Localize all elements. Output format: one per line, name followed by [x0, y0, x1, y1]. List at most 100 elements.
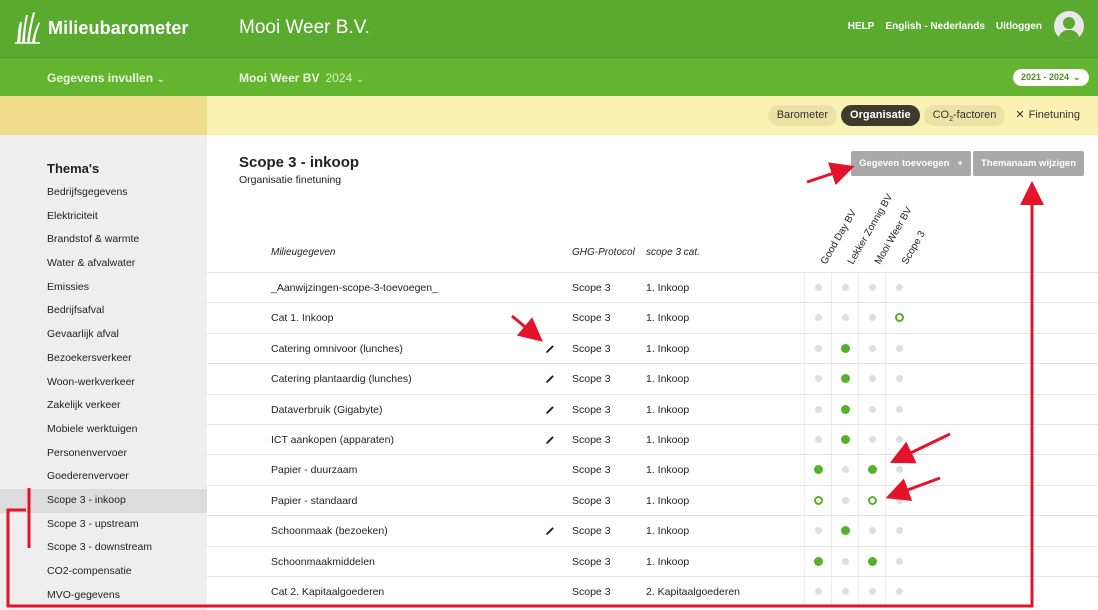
status-dot-empty[interactable] — [842, 466, 849, 474]
row-name[interactable]: ICT aankopen (apparaten) — [271, 425, 394, 455]
sidebar-item-co2-compensatie[interactable]: CO2-compensatie — [0, 560, 207, 584]
status-cell[interactable] — [885, 546, 912, 577]
organisation-year-dropdown[interactable]: Mooi Weer BV 2024 ⌄ — [239, 71, 364, 85]
status-dot-empty[interactable] — [842, 496, 849, 504]
status-dot-empty[interactable] — [815, 527, 822, 535]
table-row[interactable]: ICT aankopen (apparaten) Scope 3 1. Inkoop — [207, 423, 1098, 455]
status-dot-ring[interactable] — [868, 495, 877, 505]
pencil-icon[interactable] — [544, 404, 556, 416]
sidebar-item-emissies[interactable]: Emissies — [0, 276, 207, 300]
status-cell[interactable] — [885, 455, 912, 486]
status-dot-empty[interactable] — [869, 314, 876, 322]
status-dot-empty[interactable] — [869, 375, 876, 383]
help-link[interactable]: HELP — [848, 21, 875, 32]
sidebar-item-personenvervoer[interactable]: Personenvervoer — [0, 442, 207, 466]
sidebar-item-water-afvalwater[interactable]: Water & afvalwater — [0, 252, 207, 276]
status-cell[interactable] — [804, 516, 831, 547]
milieubarometer-logo-icon[interactable] — [14, 10, 42, 44]
gegevens-invullen-dropdown[interactable]: Gegevens invullen ⌄ — [47, 71, 165, 85]
status-cell[interactable] — [858, 273, 885, 303]
status-dot-empty[interactable] — [869, 284, 876, 291]
table-row[interactable]: Cat 1. Inkoop Scope 3 1. Inkoop — [207, 302, 1098, 334]
status-dot-empty[interactable] — [815, 344, 822, 352]
status-dot-empty[interactable] — [815, 405, 822, 413]
status-dot-empty[interactable] — [815, 587, 822, 595]
tab-co2-factoren[interactable]: CO2-factoren — [923, 105, 1006, 126]
row-name[interactable]: Papier - standaard — [271, 486, 357, 516]
sidebar-item-woon-werkverkeer[interactable]: Woon-werkverkeer — [0, 371, 207, 395]
status-dot-empty[interactable] — [842, 557, 849, 565]
sidebar-item-goederenvervoer[interactable]: Goederenvervoer — [0, 465, 207, 489]
status-cell[interactable] — [858, 303, 885, 334]
sidebar-item-scope-3-downstream[interactable]: Scope 3 - downstream — [0, 536, 207, 560]
status-cell[interactable] — [831, 546, 858, 577]
status-cell[interactable] — [831, 485, 858, 516]
sidebar-item-bedrijfsafval[interactable]: Bedrijfsafval — [0, 299, 207, 323]
status-cell[interactable] — [831, 303, 858, 334]
status-cell[interactable] — [831, 364, 858, 395]
status-dot-filled[interactable] — [868, 556, 877, 566]
sidebar-item-bedrijfsgegevens[interactable]: Bedrijfsgegevens — [0, 181, 207, 205]
sidebar-item-zakelijk-verkeer[interactable]: Zakelijk verkeer — [0, 394, 207, 418]
status-dot-ring[interactable] — [814, 495, 823, 505]
status-dot-empty[interactable] — [896, 466, 903, 474]
status-dot-empty[interactable] — [869, 587, 876, 595]
status-dot-ring[interactable] — [895, 313, 904, 323]
status-dot-empty[interactable] — [896, 527, 903, 535]
status-dot-empty[interactable] — [896, 557, 903, 565]
pencil-icon[interactable] — [544, 434, 556, 446]
status-dot-filled[interactable] — [841, 434, 850, 444]
status-cell[interactable] — [804, 485, 831, 516]
tab-finetuning[interactable]: ✕ Finetuning — [1009, 105, 1084, 126]
close-icon[interactable]: ✕ — [1015, 109, 1024, 121]
status-cell[interactable] — [885, 394, 912, 425]
logout-link[interactable]: Uitloggen — [996, 21, 1042, 32]
status-dot-empty[interactable] — [815, 314, 822, 322]
status-dot-filled[interactable] — [841, 343, 850, 353]
status-dot-empty[interactable] — [842, 314, 849, 322]
status-dot-empty[interactable] — [869, 527, 876, 535]
language-switch-link[interactable]: English - Nederlands — [885, 21, 984, 32]
status-cell[interactable] — [804, 546, 831, 577]
table-row[interactable]: Schoonmaak (bezoeken) Scope 3 1. Inkoop — [207, 515, 1098, 547]
status-cell[interactable] — [885, 364, 912, 395]
brand-name[interactable]: Milieubarometer — [48, 18, 189, 39]
rename-theme-button[interactable]: Themanaam wijzigen — [973, 151, 1084, 176]
status-cell[interactable] — [804, 303, 831, 334]
sidebar-item-elektriciteit[interactable]: Elektriciteit — [0, 205, 207, 229]
sidebar-item-scope-3-upstream[interactable]: Scope 3 - upstream — [0, 513, 207, 537]
status-cell[interactable] — [831, 273, 858, 303]
row-name[interactable]: Papier - duurzaam — [271, 455, 357, 485]
table-row[interactable]: Catering omnivoor (lunches) Scope 3 1. Ink… — [207, 332, 1098, 364]
status-cell[interactable] — [885, 333, 912, 364]
status-dot-filled[interactable] — [868, 465, 877, 475]
year-range-selector[interactable]: 2021 - 2024 ⌄ — [1013, 69, 1089, 86]
row-name[interactable]: Catering omnivoor (lunches) — [271, 334, 403, 364]
row-name[interactable]: Cat 1. Inkoop — [271, 303, 333, 333]
status-dot-empty[interactable] — [896, 284, 903, 291]
status-dot-filled[interactable] — [841, 526, 850, 536]
status-cell[interactable] — [858, 394, 885, 425]
status-dot-empty[interactable] — [896, 375, 903, 383]
status-dot-empty[interactable] — [869, 344, 876, 352]
status-dot-filled[interactable] — [841, 374, 850, 384]
sidebar-item-gevaarlijk-afval[interactable]: Gevaarlijk afval — [0, 323, 207, 347]
table-row[interactable]: Schoonmaakmiddelen Scope 3 1. Inkoop — [207, 545, 1098, 577]
status-cell[interactable] — [885, 273, 912, 303]
status-dot-empty[interactable] — [896, 435, 903, 443]
status-cell[interactable] — [831, 394, 858, 425]
avatar[interactable] — [1054, 11, 1084, 41]
status-cell[interactable] — [858, 576, 885, 607]
status-cell[interactable] — [804, 394, 831, 425]
status-dot-empty[interactable] — [815, 375, 822, 383]
status-cell[interactable] — [804, 273, 831, 303]
sidebar-item-mobiele-werktuigen[interactable]: Mobiele werktuigen — [0, 418, 207, 442]
status-cell[interactable] — [858, 424, 885, 455]
table-row[interactable]: _Aanwijzingen-scope-3-toevoegen_ Scope 3 1… — [207, 272, 1098, 303]
status-cell[interactable] — [858, 333, 885, 364]
status-cell[interactable] — [831, 333, 858, 364]
sidebar-item-mvo-gegevens[interactable]: MVO-gegevens — [0, 584, 207, 608]
status-cell[interactable] — [831, 424, 858, 455]
status-cell[interactable] — [885, 424, 912, 455]
pencil-icon[interactable] — [544, 373, 556, 385]
